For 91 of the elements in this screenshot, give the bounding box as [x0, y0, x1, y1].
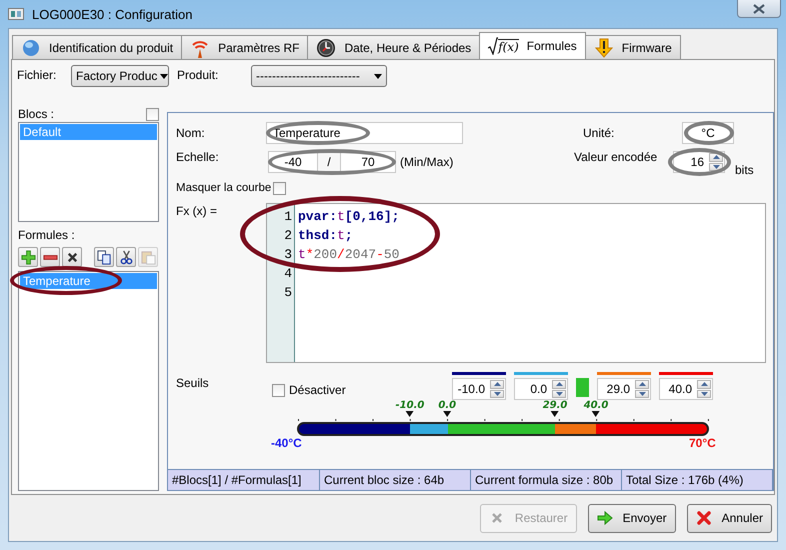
up-arrow-icon [556, 382, 562, 386]
warning-arrow-icon [594, 38, 614, 58]
spin-up-button[interactable] [697, 380, 711, 388]
tab[interactable]: Identification du produit [12, 35, 182, 59]
clipboard-icon [140, 250, 156, 264]
up-arrow-icon [494, 382, 500, 386]
number-spinner[interactable]: 40.0 [659, 378, 713, 400]
spin-up-button[interactable] [490, 380, 504, 388]
tab[interactable]: Paramètres RF [181, 35, 308, 59]
down-arrow-icon [700, 392, 708, 396]
line-number: 1 [283, 208, 293, 226]
toolbar-button[interactable] [40, 247, 60, 267]
tab[interactable]: Date, Heure & Périodes [307, 35, 480, 59]
toolbar-button[interactable] [62, 247, 82, 267]
close-icon [753, 4, 765, 14]
checkbox[interactable] [272, 384, 285, 396]
list-label: Formules : [18, 228, 75, 242]
down-arrow-icon [556, 392, 562, 396]
line-number: 2 [283, 227, 293, 245]
window-title: LOG000E30 : Configuration [32, 6, 192, 22]
field-label: Nom: [176, 126, 206, 140]
number-spinner[interactable]: 0.0 [514, 378, 568, 400]
number-spinner[interactable]: 29.0 [597, 378, 651, 400]
checkbox[interactable] [273, 182, 286, 194]
marker-triangle-icon [443, 411, 452, 417]
down-arrow-icon [638, 392, 646, 396]
scissors-icon [118, 250, 134, 264]
status-text: Current formula size : 80b [471, 470, 622, 490]
up-arrow-icon [700, 382, 708, 386]
spin-down-button[interactable] [697, 390, 711, 398]
down-arrow-icon [494, 392, 500, 396]
clock-icon [316, 38, 336, 58]
checkbox-label: Désactiver [289, 383, 346, 397]
spin-down-button[interactable] [552, 390, 566, 398]
app-icon [8, 8, 24, 20]
code-line: thsd:t; [298, 227, 354, 245]
tab[interactable]: f(x) Formules [479, 32, 586, 59]
tab[interactable]: Firmware [584, 35, 681, 59]
line-number: 5 [283, 284, 293, 302]
checkbox-label: Masquer la courbe [176, 182, 272, 194]
field-label: Fx (x) = [176, 204, 218, 218]
marker-label: 29.0 [542, 400, 568, 411]
down-arrow-icon [712, 164, 720, 169]
spin-up-button[interactable] [552, 380, 566, 388]
scale-max-label: 70°C [689, 436, 716, 450]
marker-triangle-icon [551, 411, 560, 417]
spin-down-button[interactable] [635, 390, 649, 398]
file-dropdown[interactable]: Factory Produc [71, 65, 169, 87]
status-text: Total Size : 176b (4%) [622, 470, 773, 490]
product-dropdown[interactable]: -------------------------- [251, 65, 387, 87]
field-label: Echelle: [176, 150, 220, 164]
close-button[interactable] [737, 0, 781, 18]
checkbox[interactable] [146, 108, 159, 120]
field-label: Unité: [583, 126, 616, 140]
unit-text: bits [735, 163, 754, 177]
globe-icon [21, 38, 41, 58]
status-text: Current bloc size : 64b [320, 470, 471, 490]
toolbar-button[interactable] [94, 247, 114, 267]
separator-text: / [326, 155, 332, 169]
spin-down-button[interactable] [490, 390, 504, 398]
list-label: Blocs : [18, 107, 54, 121]
scale-min-label: -40°C [271, 436, 302, 450]
plus-icon [20, 250, 36, 264]
status-text: #Blocs[1] / #Formulas[1] [168, 470, 320, 490]
dialog-button[interactable]: Annuler [686, 504, 772, 532]
marker-label: -10.0 [396, 400, 424, 411]
caret-icon [160, 74, 168, 78]
code-line: t*200/2047-50 [298, 246, 400, 264]
caret-icon [374, 74, 382, 78]
cross-icon [696, 510, 712, 526]
marker-triangle-icon [406, 411, 414, 417]
spin-up-button[interactable] [635, 380, 649, 388]
marker-triangle-icon [592, 411, 600, 417]
number-spinner[interactable]: -10.0 [452, 378, 506, 400]
up-arrow-icon [638, 382, 646, 386]
toolbar-button[interactable] [116, 247, 136, 267]
line-number: 3 [283, 246, 293, 264]
marker-label: 0.0 [438, 400, 456, 411]
arrow-icon [596, 510, 613, 526]
dialog-button[interactable]: Envoyer [588, 504, 676, 532]
code-line: pvar:t[0,16]; [298, 208, 400, 226]
section-label: Seuils [176, 376, 210, 390]
line-number: 4 [283, 265, 293, 283]
field-label: Fichier: [17, 68, 58, 82]
field-label: Produit: [177, 68, 220, 82]
hint-text: (Min/Max) [400, 155, 454, 169]
field-label: Valeur encodée [574, 150, 658, 164]
marker-label: 40.0 [584, 400, 608, 411]
code-editor[interactable]: 1 2 3 4 5 pvar:t[0,16]; thsd:t; t*200/2047-50 [266, 203, 766, 363]
copy-icon [96, 250, 112, 264]
up-arrow-icon [712, 155, 720, 160]
